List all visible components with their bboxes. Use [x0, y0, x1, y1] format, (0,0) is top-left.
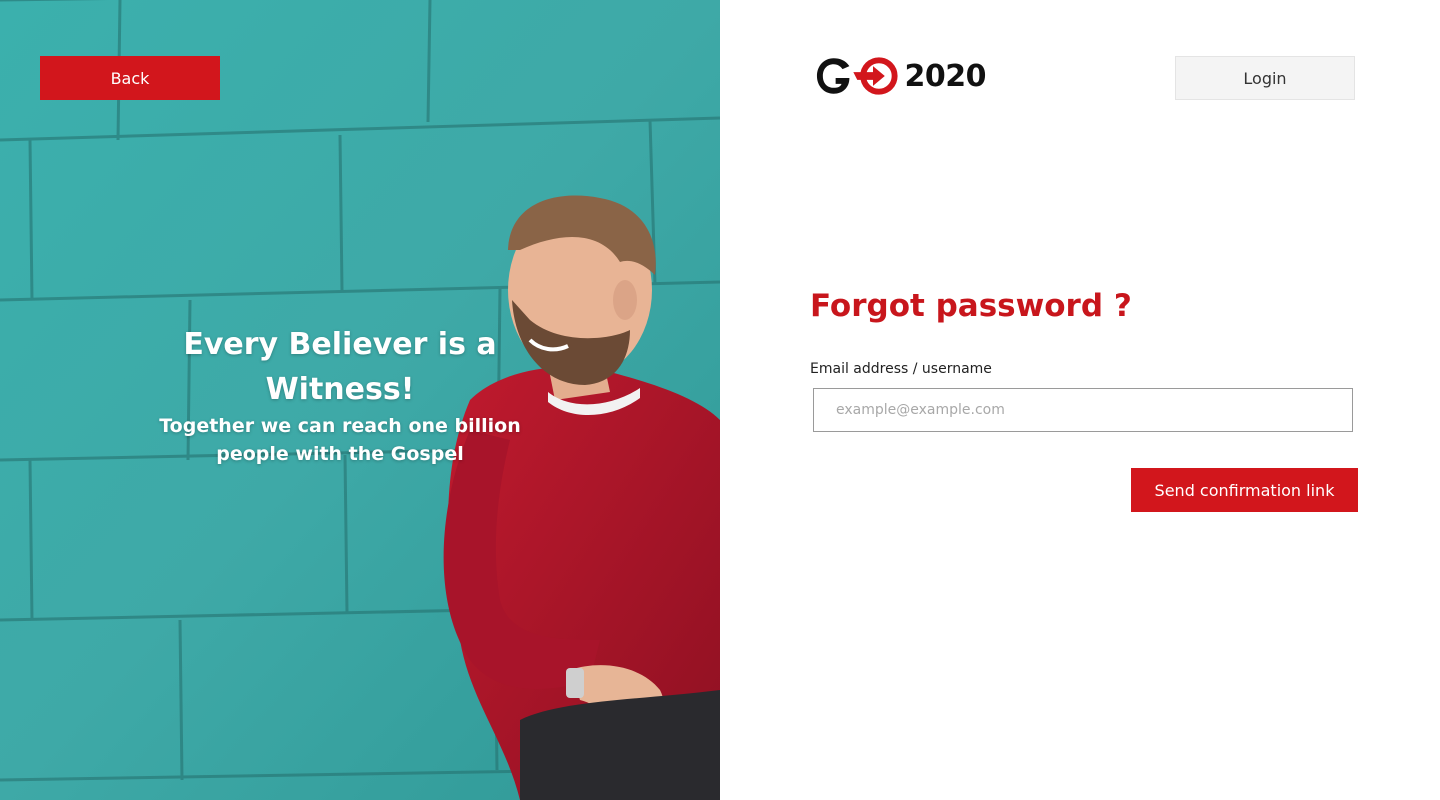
hero-text-block: Every Believer is a Witness! Together we…	[140, 322, 540, 468]
logo-text: 2020	[904, 58, 987, 94]
email-label: Email address / username	[810, 361, 992, 377]
go-logo-icon	[816, 57, 898, 95]
email-field[interactable]	[813, 388, 1353, 432]
back-button[interactable]: Back	[40, 56, 220, 100]
login-button[interactable]: Login	[1175, 56, 1355, 100]
hero-title: Every Believer is a Witness!	[183, 327, 497, 407]
page-title: Forgot password ?	[810, 288, 1132, 324]
hero-panel: Back Every Believer is a Witness! Togeth…	[0, 0, 720, 800]
send-confirmation-button[interactable]: Send confirmation link	[1131, 468, 1358, 512]
go2020-logo: 2020	[814, 52, 986, 100]
hero-subtitle: Together we can reach one billion people…	[159, 415, 521, 465]
